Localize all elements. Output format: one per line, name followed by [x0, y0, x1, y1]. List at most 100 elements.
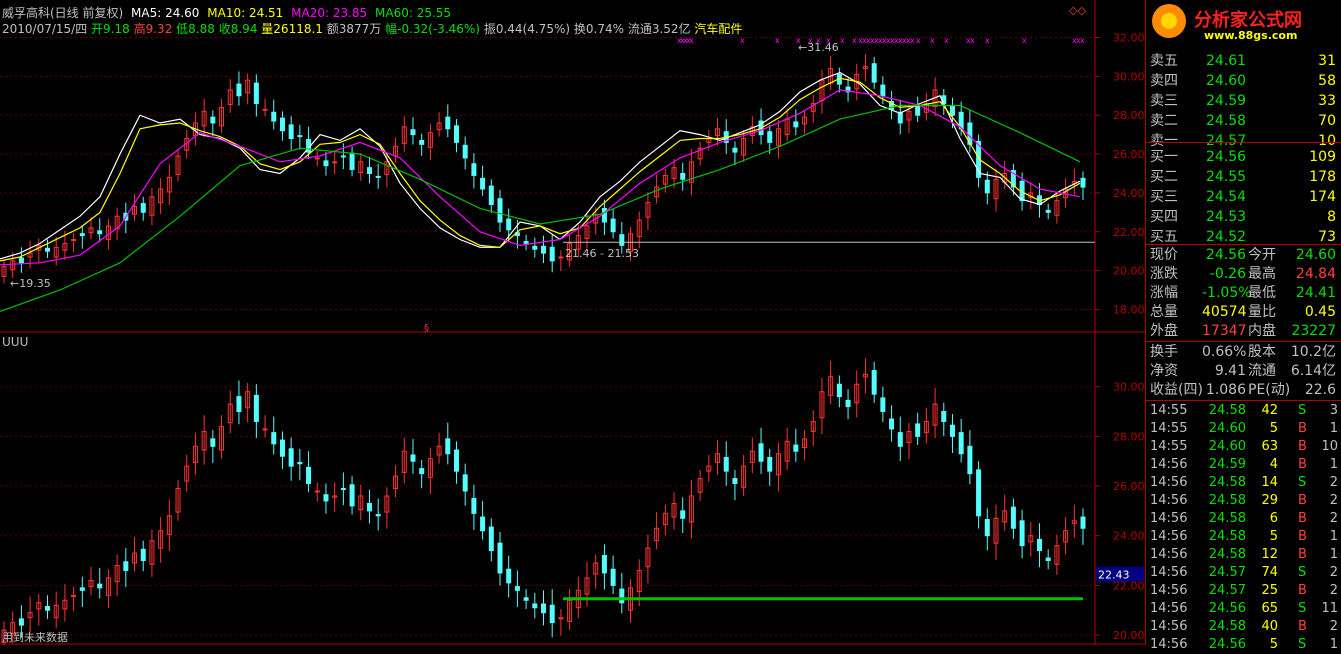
quote-row: 涨跌 -0.26 最高 24.84 [1148, 265, 1340, 283]
tick-volume: 5 [1269, 637, 1278, 652]
ma60-value: MA60: 25.55 [375, 6, 452, 20]
tick-direction: B [1298, 511, 1307, 526]
lower-axis-tick-label: 20.00 [1113, 629, 1145, 642]
buy-row[interactable]: 买三 24.54 174 [1148, 188, 1340, 206]
signal-x-mark: x [852, 36, 857, 45]
lower-candle-body [271, 432, 277, 445]
quote-label: 外盘 [1150, 323, 1178, 339]
ma20-value: MA20: 23.85 [291, 6, 368, 20]
bar-volume: 量26118.1 [261, 22, 323, 36]
upper-candle-body [471, 163, 477, 176]
lower-candle-body [445, 438, 451, 455]
upper-candle-body [1080, 177, 1086, 188]
tick-row[interactable]: 14:56 24.58 5 B 1 [1148, 528, 1340, 546]
chart-options-icon[interactable]: ◇◇ [1069, 4, 1086, 17]
lower-candle-body [297, 461, 303, 465]
sell-row[interactable]: 卖二 24.58 70 [1148, 112, 1340, 130]
signal-x-mark: x [910, 36, 915, 45]
lower-candle-body [967, 445, 973, 475]
lower-candle-body [514, 586, 520, 591]
lower-candle-body [549, 604, 555, 624]
ma5-value: MA5: 24.60 [131, 6, 200, 20]
lower-candle-body [366, 502, 372, 512]
tick-row[interactable]: 14:56 24.56 5 S 1 [1148, 636, 1340, 654]
fundamental-value: 22.6 [1304, 382, 1336, 398]
logo-url[interactable]: www.88gs.com [1204, 29, 1297, 42]
split-marker-icon: § [424, 323, 429, 334]
chart-canvas[interactable]: 18.00 20.00 22.00 24.00 26.00 28.00 30.00 32.00… [0, 0, 1145, 645]
upper-candle-body [619, 234, 625, 246]
bar-date: 2010/07/15/四 [2, 22, 88, 36]
quote-divider [1146, 244, 1341, 245]
buy-row[interactable]: 买四 24.53 8 [1148, 208, 1340, 226]
buy-row[interactable]: 买二 24.55 178 [1148, 168, 1340, 186]
upper-axis-tick-label: 30.00 [1113, 70, 1145, 83]
lower-candle-body [532, 603, 538, 609]
lower-candle-body [79, 587, 85, 591]
upper-candle-body [610, 218, 616, 233]
tick-count: 11 [1321, 601, 1338, 616]
fundamental-label: 股本 [1248, 344, 1276, 360]
tick-row[interactable]: 14:56 24.57 25 B 2 [1148, 582, 1340, 600]
tick-direction: S [1298, 403, 1307, 418]
lower-candle-body [314, 490, 320, 493]
upper-candle-body [523, 240, 529, 244]
sell-row[interactable]: 卖五 24.61 31 [1148, 52, 1340, 70]
signal-x-mark: x [1022, 36, 1027, 45]
quote-panel: 分析家公式网 www.88gs.com 卖五 24.61 31 卖四 24.60 58 卖三… [1145, 0, 1341, 652]
upper-candle-body [262, 108, 268, 111]
lower-candle-body [619, 588, 625, 604]
lower-candle-body [1019, 520, 1025, 547]
lower-candle-body [288, 448, 294, 467]
fundamental-label: 收益(四) [1150, 382, 1203, 398]
upper-candle-body [541, 245, 546, 254]
fundamental-value: 0.66% [1202, 344, 1247, 360]
upper-candle-body [332, 161, 338, 164]
lower-candle-body [1045, 557, 1051, 562]
tick-row[interactable]: 14:56 24.58 6 B 2 [1148, 510, 1340, 528]
tick-row[interactable]: 14:56 24.57 74 S 2 [1148, 564, 1340, 582]
upper-candle-body [271, 111, 277, 122]
lower-candle-body [18, 618, 24, 626]
tick-count: 2 [1329, 619, 1338, 634]
fundamental-label: 换手 [1150, 344, 1178, 360]
sector-label[interactable]: 汽车配件 [694, 22, 742, 36]
sell-row[interactable]: 卖三 24.59 33 [1148, 92, 1340, 110]
tick-row[interactable]: 14:56 24.58 40 B 2 [1148, 618, 1340, 636]
upper-axis-tick-label: 18.00 [1113, 303, 1145, 316]
lower-candle-body [984, 519, 990, 537]
signal-x-mark: x [970, 36, 975, 45]
tick-row[interactable]: 14:55 24.60 5 B 1 [1148, 420, 1340, 438]
tick-row[interactable]: 14:55 24.58 42 S 3 [1148, 402, 1340, 420]
tick-count: 1 [1329, 421, 1338, 436]
lower-candle-body [897, 432, 903, 447]
tick-count: 1 [1329, 529, 1338, 544]
sell-row[interactable]: 卖四 24.60 58 [1148, 72, 1340, 90]
sell-price: 24.60 [1206, 73, 1247, 89]
tick-row[interactable]: 14:56 24.59 4 B 1 [1148, 456, 1340, 474]
buy-row[interactable]: 买一 24.56 109 [1148, 148, 1340, 166]
tick-row[interactable]: 14:56 24.58 29 B 2 [1148, 492, 1340, 510]
tick-row[interactable]: 14:56 24.56 65 S 11 [1148, 600, 1340, 618]
buy-label: 买一 [1150, 149, 1178, 165]
upper-candle-body [410, 129, 416, 136]
tick-price: 24.59 [1208, 457, 1246, 472]
tick-volume: 4 [1269, 457, 1278, 472]
upper-candle-body [140, 203, 146, 213]
quote-label: 最低 [1248, 285, 1276, 301]
buy-label: 买二 [1150, 169, 1178, 185]
tick-count: 3 [1329, 403, 1338, 418]
quote-value: 24.56 [1205, 247, 1246, 263]
signal-x-mark: x [916, 36, 921, 45]
lower-candle-body [836, 383, 842, 398]
sell-volume: 31 [1318, 53, 1336, 69]
tick-price: 24.56 [1208, 637, 1246, 652]
quote-row: 外盘 17347 内盘 23227 [1148, 322, 1340, 340]
tick-row[interactable]: 14:55 24.60 63 B 10 [1148, 438, 1340, 456]
upper-candle-body [767, 131, 773, 143]
lower-axis-tick-label: 28.00 [1113, 430, 1145, 443]
tick-row[interactable]: 14:56 24.58 14 S 2 [1148, 474, 1340, 492]
lower-candle-body [349, 484, 355, 507]
lower-candle-body [1010, 506, 1016, 529]
tick-row[interactable]: 14:56 24.58 12 B 1 [1148, 546, 1340, 564]
